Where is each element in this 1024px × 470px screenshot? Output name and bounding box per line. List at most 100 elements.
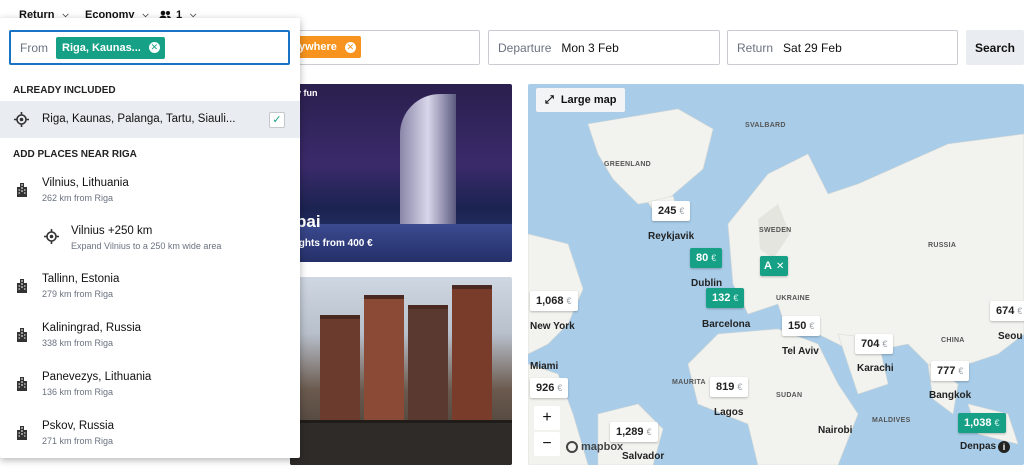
place-item[interactable]: Tallinn, Estonia 279 km from Riga <box>0 264 300 310</box>
price-pin[interactable]: 1,038 € <box>958 413 1006 433</box>
to-chip[interactable]: ywhere ✕ <box>297 36 361 58</box>
price-value: 132 <box>712 292 731 304</box>
already-included-header: ALREADY INCLUDED <box>13 85 116 96</box>
origin-marker[interactable]: A ✕ <box>760 256 789 276</box>
mapbox-label: mapbox <box>581 441 624 453</box>
house-image <box>452 285 492 425</box>
to-chip-label: ywhere <box>299 41 337 53</box>
origin-marker-label: A <box>764 260 772 272</box>
amsterdam-card[interactable] <box>290 277 512 465</box>
city-label: Barcelona <box>702 319 751 330</box>
currency: € <box>566 296 572 306</box>
city-label: Lagos <box>714 407 744 418</box>
checkbox-checked[interactable]: ✓ <box>269 112 285 128</box>
included-item[interactable]: Riga, Kaunas, Palanga, Tartu, Siauli... … <box>0 101 300 138</box>
place-name: Vilnius +250 km <box>71 225 153 237</box>
house-image <box>364 295 404 425</box>
city-icon <box>17 279 27 293</box>
dubai-card[interactable]: y fun bai ights from 400 € <box>290 84 512 262</box>
zoom-out-button[interactable]: − <box>534 432 560 456</box>
price-value: 150 <box>788 320 807 332</box>
place-item[interactable]: Kaliningrad, Russia 338 km from Riga <box>0 313 300 359</box>
add-places-header: ADD PLACES NEAR RIGA <box>13 149 137 160</box>
price-pin[interactable]: 819 € <box>710 377 749 397</box>
place-name: Tallinn, Estonia <box>42 273 120 285</box>
place-item[interactable]: Vilnius +250 km Expand Vilnius to a 250 … <box>0 216 300 262</box>
currency: € <box>1017 306 1023 316</box>
place-detail: 271 km from Riga <box>42 436 114 446</box>
price-value: 245 <box>658 205 677 217</box>
place-item[interactable]: Panevezys, Lithuania 136 km from Riga <box>0 362 300 408</box>
price-value: 1,289 <box>616 426 644 438</box>
price-value: 1,038 <box>964 417 992 429</box>
place-item[interactable]: Pskov, Russia 271 km from Riga <box>0 411 300 457</box>
price-pin[interactable]: 777 € <box>931 361 970 381</box>
place-item[interactable]: Vilnius, Lithuania 262 km from Riga <box>0 168 300 214</box>
currency: € <box>994 418 1000 428</box>
price-pin[interactable]: 674 € <box>990 301 1024 321</box>
from-field[interactable]: From Riga, Kaunas... ✕ <box>9 30 290 65</box>
mapbox-logo-icon <box>566 441 578 453</box>
destinations-map[interactable]: ⤢ Large map SVALBARD GREENLAND SWEDEN RU… <box>528 84 1024 465</box>
region-label: GREENLAND <box>604 161 652 168</box>
from-chip-label: Riga, Kaunas... <box>62 41 141 54</box>
place-detail: 136 km from Riga <box>42 387 114 397</box>
return-field[interactable]: Return Sat 29 Feb <box>727 30 958 65</box>
city-label: Tel Aviv <box>782 346 819 357</box>
info-icon[interactable]: i <box>998 441 1010 453</box>
from-chip[interactable]: Riga, Kaunas... ✕ <box>56 36 165 59</box>
place-detail: 279 km from Riga <box>42 289 114 299</box>
price-pin[interactable]: 132 € <box>706 288 745 308</box>
card-price: ights from 400 € <box>296 238 373 249</box>
search-button[interactable]: Search <box>966 30 1024 65</box>
city-label: Denpas <box>960 441 997 452</box>
price-value: 777 <box>937 365 956 377</box>
price-pin[interactable]: 926 € <box>530 378 569 398</box>
currency: € <box>679 206 685 216</box>
city-label: New York <box>530 321 575 332</box>
close-icon[interactable]: ✕ <box>148 42 160 53</box>
price-value: 819 <box>716 381 735 393</box>
city-label: Miami <box>530 361 559 372</box>
price-pin[interactable]: 1,068 € <box>530 291 578 311</box>
price-pin[interactable]: 80 € <box>690 248 723 268</box>
price-pin[interactable]: 1,289 € <box>610 422 658 442</box>
currency: € <box>958 366 964 376</box>
close-icon[interactable]: ✕ <box>344 41 356 53</box>
mapbox-attribution[interactable]: mapbox <box>566 441 623 453</box>
price-value: 926 <box>536 382 555 394</box>
place-name: Kaliningrad, Russia <box>42 322 142 334</box>
house-image <box>320 315 360 425</box>
return-value: Sat 29 Feb <box>783 40 842 55</box>
currency: € <box>737 382 743 392</box>
price-pin[interactable]: 245 € <box>652 201 691 221</box>
large-map-label: Large map <box>560 94 617 106</box>
location-target-icon <box>14 112 29 127</box>
region-label: SVALBARD <box>745 122 786 129</box>
region-label: SWEDEN <box>759 227 792 234</box>
region-label: MALDIVES <box>872 417 911 424</box>
price-pin[interactable]: 150 € <box>782 316 821 336</box>
return-label: Return <box>737 40 774 55</box>
city-label: Bangkok <box>929 390 972 401</box>
large-map-button[interactable]: ⤢ Large map <box>536 88 626 112</box>
city-label: Karachi <box>857 363 894 374</box>
region-label: RUSSIA <box>928 242 957 249</box>
region-label: MAURITA <box>672 379 706 386</box>
place-name: Panevezys, Lithuania <box>42 371 152 383</box>
place-detail: 338 km from Riga <box>42 338 114 348</box>
price-pin[interactable]: 704 € <box>855 334 894 354</box>
currency: € <box>733 293 739 303</box>
city-icon <box>17 328 27 342</box>
region-label: UKRAINE <box>776 295 810 302</box>
close-icon[interactable]: ✕ <box>776 261 784 272</box>
price-value: 674 <box>996 305 1015 317</box>
place-detail: 262 km from Riga <box>42 193 114 203</box>
expand-icon: ⤢ <box>545 93 554 106</box>
departure-value: Mon 3 Feb <box>561 40 619 55</box>
zoom-in-button[interactable]: + <box>534 406 560 430</box>
place-name: Vilnius, Lithuania <box>42 177 129 189</box>
departure-field[interactable]: Departure Mon 3 Feb <box>488 30 720 65</box>
city-label: Seou <box>998 331 1023 342</box>
region-label: CHINA <box>941 337 965 344</box>
